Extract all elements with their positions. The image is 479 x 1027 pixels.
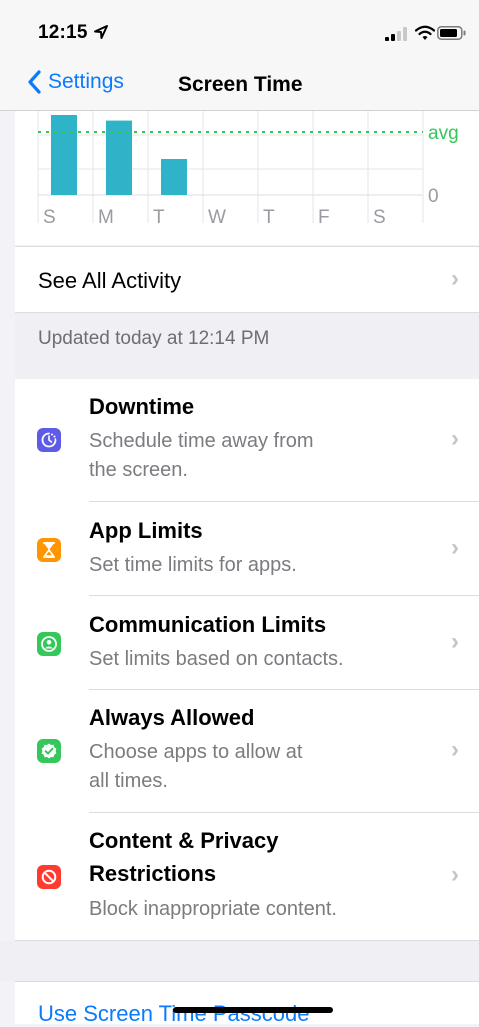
no-sign-icon	[37, 865, 61, 889]
average-label: avg	[428, 123, 459, 144]
status-bar: 12:15	[0, 0, 479, 60]
chevron-right-icon: ›	[451, 736, 459, 763]
back-button-label: Settings	[48, 70, 124, 93]
home-indicator	[173, 1007, 333, 1013]
list-item-content-privacy-restrictions[interactable]: Content & Privacy Restrictions Block ina…	[15, 813, 479, 940]
list-item-subtitle: Block inappropriate content.	[89, 898, 337, 920]
use-passcode-row[interactable]: Use Screen Time Passcode	[15, 981, 479, 1026]
chevron-right-icon: ›	[451, 265, 459, 292]
navigation-bar: Settings Screen Time	[0, 60, 479, 111]
cellular-signal-icon	[385, 27, 407, 41]
list-item-title: App Limits	[89, 518, 203, 543]
section-gap	[0, 941, 479, 981]
status-time: 12:15	[38, 22, 88, 43]
use-passcode-label: Use Screen Time Passcode	[38, 1001, 310, 1026]
list-item-subtitle: Set time limits for apps.	[89, 554, 297, 576]
x-axis-day-label: S	[373, 207, 386, 228]
list-item-app-limits[interactable]: App Limits Set time limits for apps. ›	[15, 502, 479, 596]
chart-bar	[161, 159, 187, 195]
list-item-always-allowed[interactable]: Always Allowed Choose apps to allow at a…	[15, 690, 479, 813]
list-item-communication-limits[interactable]: Communication Limits Set limits based on…	[15, 596, 479, 690]
list-item-title: Communication Limits	[89, 612, 327, 637]
hourglass-icon	[37, 538, 61, 562]
x-axis-day-label: T	[153, 207, 165, 228]
back-button[interactable]: Settings	[28, 70, 124, 94]
usage-chart-svg: avg 0 S M T W T F S	[37, 111, 459, 228]
usage-chart[interactable]: avg 0 S M T W T F S	[15, 111, 479, 245]
wifi-icon	[415, 25, 435, 40]
x-axis-day-label: S	[43, 207, 56, 228]
battery-icon	[437, 26, 466, 40]
location-arrow-icon	[94, 25, 108, 39]
person-circle-icon	[37, 632, 61, 656]
list-item-subtitle: Set limits based on contacts.	[89, 648, 344, 670]
chevron-left-icon	[28, 70, 41, 94]
list-item-title: Downtime	[89, 394, 195, 419]
updated-footer: Updated today at 12:14 PM	[15, 312, 479, 380]
list-item-subtitle: Schedule time away from	[89, 430, 314, 452]
checkmark-badge-icon	[37, 739, 61, 763]
chevron-right-icon: ›	[451, 425, 459, 452]
x-axis-day-label: F	[318, 207, 330, 228]
chart-bar	[51, 115, 77, 195]
list-item-subtitle: Choose apps to allow at	[89, 741, 303, 763]
x-axis-day-label: W	[208, 207, 226, 228]
list-item-title: Always Allowed	[89, 705, 255, 730]
list-item-title: Content & Privacy	[89, 828, 279, 853]
chevron-right-icon: ›	[451, 628, 459, 655]
chevron-right-icon: ›	[451, 861, 459, 888]
settings-list: Downtime Schedule time away from the scr…	[15, 379, 479, 941]
chevron-right-icon: ›	[451, 534, 459, 561]
page-title: Screen Time	[178, 73, 303, 96]
x-axis-day-label: M	[98, 207, 114, 228]
list-item-title: Restrictions	[89, 861, 217, 886]
list-item-subtitle: the screen.	[89, 459, 188, 481]
y-axis-zero-label: 0	[428, 186, 439, 207]
see-all-activity-label: See All Activity	[38, 268, 182, 293]
list-item-downtime[interactable]: Downtime Schedule time away from the scr…	[15, 379, 479, 502]
x-axis-day-label: T	[263, 207, 275, 228]
moon-clock-icon	[37, 428, 61, 452]
updated-text: Updated today at 12:14 PM	[38, 328, 270, 349]
see-all-activity-row[interactable]: See All Activity ›	[15, 246, 479, 313]
list-item-subtitle: all times.	[89, 770, 168, 792]
